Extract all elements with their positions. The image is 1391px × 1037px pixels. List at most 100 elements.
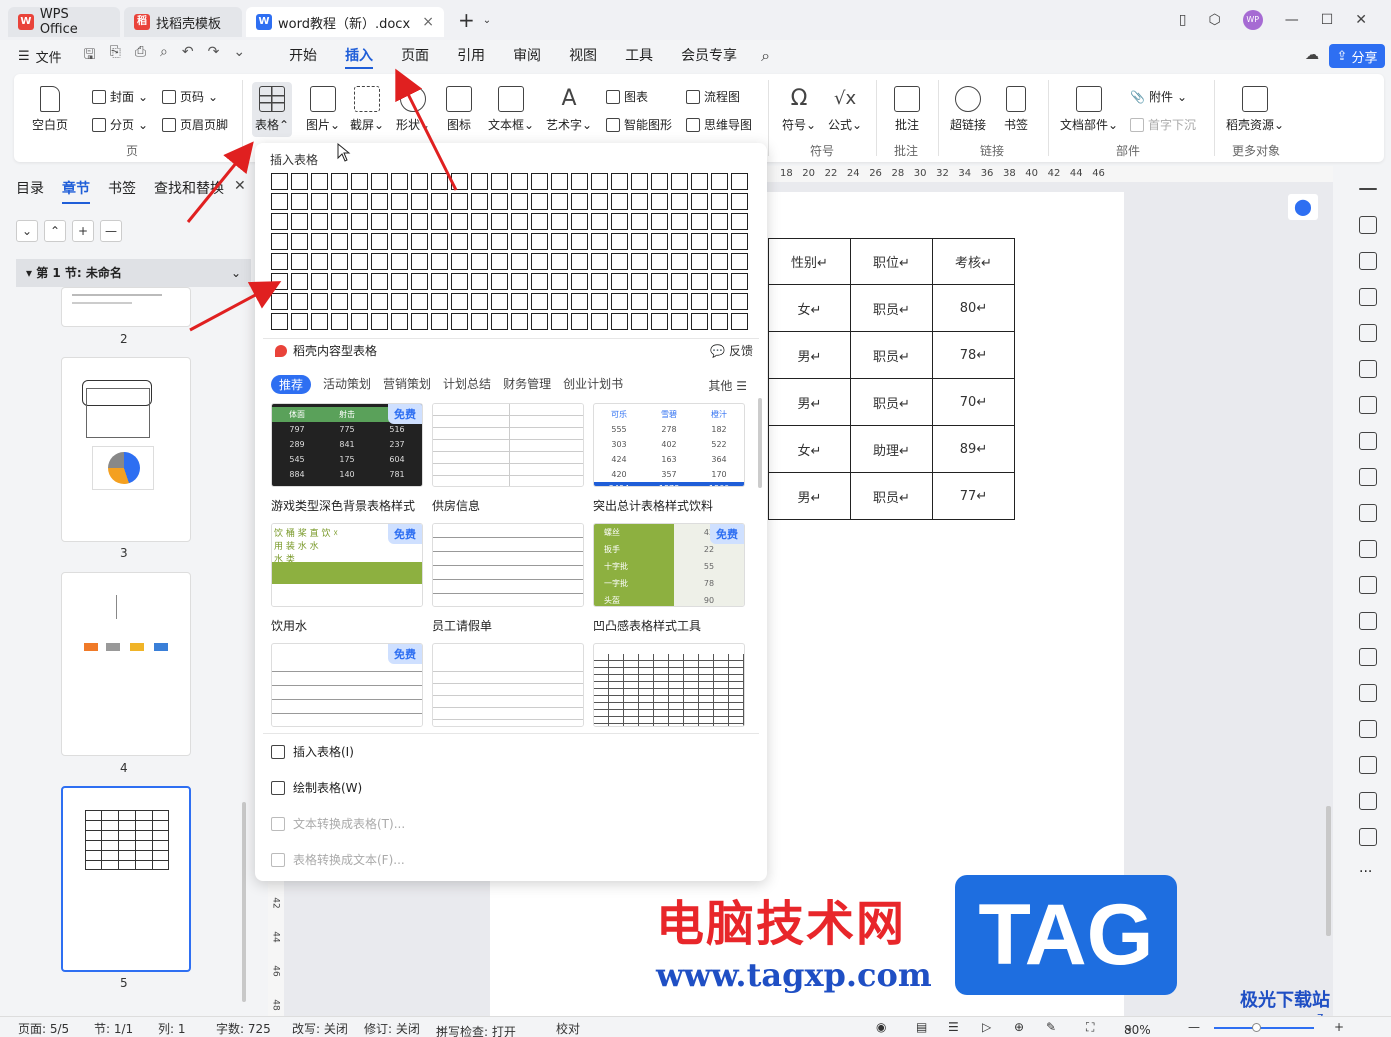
table-cell[interactable]: 男↵ xyxy=(768,472,851,520)
grid-cell[interactable] xyxy=(691,233,708,250)
grid-cell[interactable] xyxy=(491,273,508,290)
grid-cell[interactable] xyxy=(711,273,728,290)
grid-cell[interactable] xyxy=(431,313,448,330)
grid-cell[interactable] xyxy=(491,213,508,230)
grid-cell[interactable] xyxy=(491,293,508,310)
print-icon[interactable]: ⎙ xyxy=(135,44,146,68)
smartart-button[interactable]: 智能图形 xyxy=(606,116,672,133)
help-icon[interactable] xyxy=(1359,432,1377,450)
tab-toc[interactable]: 目录 xyxy=(16,178,44,204)
grid-cell[interactable] xyxy=(411,253,428,270)
menu-tab[interactable]: 会员专享 xyxy=(667,40,751,72)
status-section[interactable]: 节: 1/1 xyxy=(94,1020,133,1037)
grid-cell[interactable] xyxy=(651,233,668,250)
grid-cell[interactable] xyxy=(671,193,688,210)
remove-section-icon[interactable]: — xyxy=(100,220,122,242)
pen-icon[interactable]: ✎ xyxy=(1046,1020,1056,1034)
grid-cell[interactable] xyxy=(351,193,368,210)
grid-cell[interactable] xyxy=(471,293,488,310)
grid-cell[interactable] xyxy=(711,213,728,230)
template-card[interactable] xyxy=(432,403,584,487)
pen-icon[interactable] xyxy=(1359,216,1377,234)
grid-cell[interactable] xyxy=(631,193,648,210)
grid-cell[interactable] xyxy=(691,273,708,290)
grid-cell[interactable] xyxy=(671,233,688,250)
chevron-down-icon[interactable]: ⌄ xyxy=(483,15,491,26)
grid-cell[interactable] xyxy=(431,193,448,210)
grid-cell[interactable] xyxy=(611,213,628,230)
grid-cell[interactable] xyxy=(291,313,308,330)
table-cell[interactable]: 男↵ xyxy=(768,331,851,379)
grid-cell[interactable] xyxy=(651,173,668,190)
grid-cell[interactable] xyxy=(311,213,328,230)
menu-tab[interactable]: 插入 xyxy=(331,40,387,72)
grid-cell[interactable] xyxy=(631,253,648,270)
grid-cell[interactable] xyxy=(531,173,548,190)
tab-bookmarks[interactable]: 书签 xyxy=(108,178,136,204)
location-pin-icon[interactable]: ⬤ xyxy=(1288,194,1318,220)
grid-cell[interactable] xyxy=(331,213,348,230)
grid-cell[interactable] xyxy=(291,293,308,310)
cloud-sync-icon[interactable]: ☁ xyxy=(1305,47,1319,63)
menu-tab[interactable]: 引用 xyxy=(443,40,499,72)
maximize-icon[interactable]: ☐ xyxy=(1321,12,1334,28)
dropdown-scrollbar[interactable] xyxy=(758,398,762,488)
attachment-button[interactable]: 📎 附件 ⌄ xyxy=(1130,88,1187,105)
category-tab[interactable]: 营销策划 xyxy=(383,375,431,394)
grid-cell[interactable] xyxy=(531,193,548,210)
grid-cell[interactable] xyxy=(611,253,628,270)
zoom-level[interactable]: 80% ⌄ xyxy=(1124,1020,1151,1037)
comment-button[interactable]: 批注 xyxy=(894,86,920,133)
table-button[interactable]: 表格⌃ xyxy=(252,82,293,137)
grid-cell[interactable] xyxy=(271,313,288,330)
grid-cell[interactable] xyxy=(611,193,628,210)
grid-cell[interactable] xyxy=(411,273,428,290)
grid-cell[interactable] xyxy=(551,233,568,250)
omega-icon[interactable] xyxy=(1359,576,1377,594)
grid-cell[interactable] xyxy=(691,173,708,190)
dropcap-button[interactable]: 首字下沉 xyxy=(1130,116,1196,133)
grid-cell[interactable] xyxy=(431,293,448,310)
zoom-out-icon[interactable]: — xyxy=(1188,1020,1200,1034)
grid-cell[interactable] xyxy=(471,193,488,210)
status-overwrite[interactable]: 改写: 关闭 xyxy=(292,1020,348,1037)
table-cell[interactable]: 女↵ xyxy=(768,284,851,332)
grid-cell[interactable] xyxy=(671,213,688,230)
grid-cell[interactable] xyxy=(571,213,588,230)
grid-cell[interactable] xyxy=(311,273,328,290)
list-icon[interactable] xyxy=(1359,540,1377,558)
doc-lock-icon[interactable] xyxy=(1359,828,1377,846)
tab-find-replace[interactable]: 查找和替换 xyxy=(154,178,224,204)
grid-cell[interactable] xyxy=(391,253,408,270)
document-scrollbar[interactable] xyxy=(1326,806,1331,936)
grid-cell[interactable] xyxy=(331,273,348,290)
menu-tab[interactable]: 页面 xyxy=(387,40,443,72)
category-tab[interactable]: 推荐 xyxy=(271,375,312,394)
grid-cell[interactable] xyxy=(571,313,588,330)
grid-cell[interactable] xyxy=(631,233,648,250)
table-cell[interactable]: 职位↵ xyxy=(850,238,933,285)
template-card[interactable] xyxy=(593,643,745,727)
book-icon[interactable] xyxy=(1359,396,1377,414)
grid-cell[interactable] xyxy=(291,233,308,250)
grid-cell[interactable] xyxy=(391,293,408,310)
grid-cell[interactable] xyxy=(451,253,468,270)
table-cell[interactable]: 77↵ xyxy=(932,472,1015,520)
grid-cell[interactable] xyxy=(491,173,508,190)
save-icon[interactable]: 🖫 xyxy=(84,44,96,68)
page-thumbnail[interactable] xyxy=(61,572,191,756)
outline-view-icon[interactable]: ☰ xyxy=(948,1020,959,1034)
daoke-resources-button[interactable]: 稻壳资源⌄ xyxy=(1226,86,1284,133)
grid-cell[interactable] xyxy=(511,173,528,190)
translate-icon[interactable] xyxy=(1359,612,1377,630)
grid-cell[interactable] xyxy=(711,293,728,310)
grid-cell[interactable] xyxy=(391,273,408,290)
grid-cell[interactable] xyxy=(531,313,548,330)
print-preview-icon[interactable]: ⌕ xyxy=(160,44,168,68)
grid-cell[interactable] xyxy=(391,233,408,250)
grid-cell[interactable] xyxy=(451,213,468,230)
minus-icon[interactable] xyxy=(1359,188,1377,190)
grid-cell[interactable] xyxy=(531,273,548,290)
grid-cell[interactable] xyxy=(551,173,568,190)
grid-cell[interactable] xyxy=(331,313,348,330)
